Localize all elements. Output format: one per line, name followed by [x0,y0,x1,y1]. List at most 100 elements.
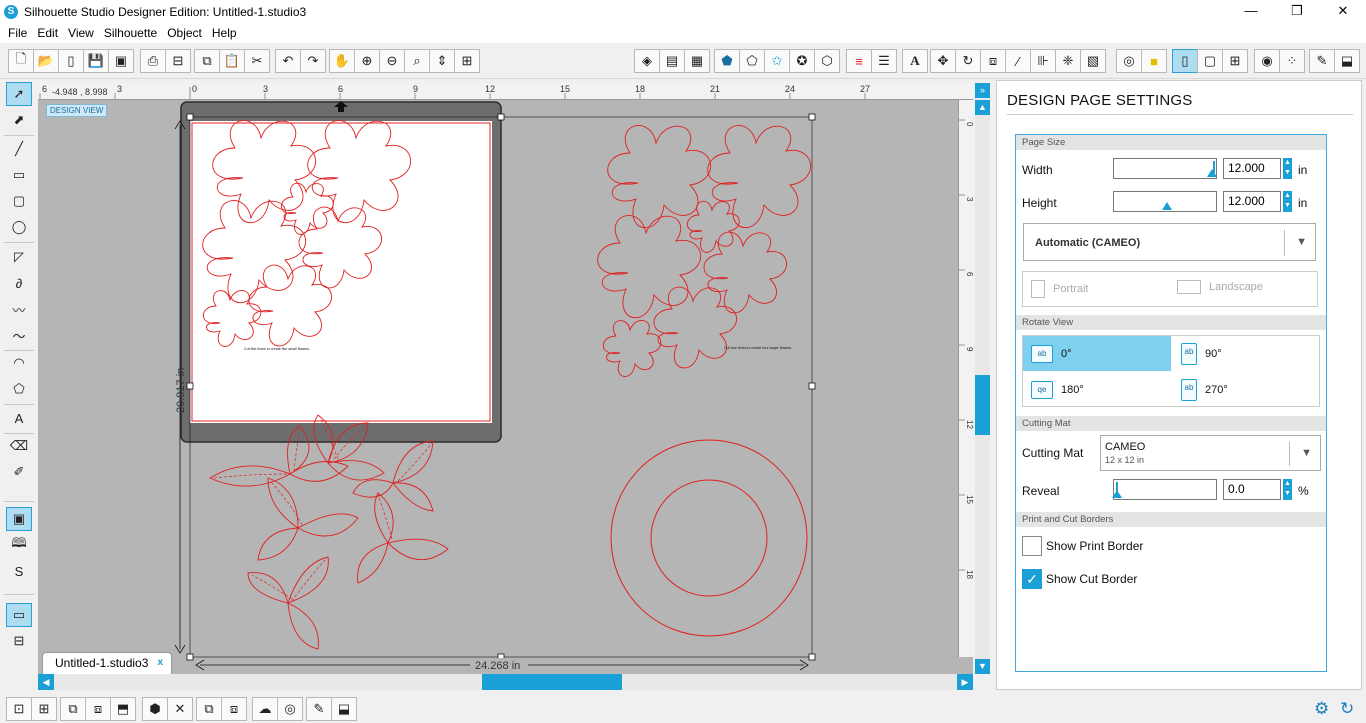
drag-zoom-icon[interactable]: ⇕ [429,49,455,73]
rotate-90-option[interactable]: ab 90° [1173,336,1321,371]
release-compound-path-icon[interactable]: ⧈ [85,697,111,721]
save-library-icon[interactable]: ▣ [108,49,134,73]
rhinestone-icon[interactable]: ✪ [789,49,815,73]
ellipse-tool-icon[interactable]: ◯ [6,215,32,239]
duplicate-icon[interactable]: ⧉ [196,697,222,721]
height-slider[interactable] [1113,191,1217,212]
document-tab[interactable]: Untitled-1.studio3 x [42,652,172,674]
width-slider[interactable] [1113,158,1217,179]
refresh-icon[interactable]: ↻ [1340,699,1354,719]
rotate-0-option[interactable]: ab 0° [1023,336,1171,371]
scroll-up-icon[interactable]: ▲ [975,100,990,115]
curve-tool-icon[interactable]: ∂ [6,271,32,295]
new-document-icon[interactable]: 🗋 [8,49,34,73]
scroll-left-icon[interactable]: ◀ [38,674,54,690]
knife-tool-icon[interactable]: ✐ [6,460,32,484]
eraser-tool-icon[interactable]: ⌫ [6,434,32,458]
width-input[interactable]: 12.000 [1223,158,1281,179]
reveal-slider[interactable] [1112,479,1217,500]
media-icon[interactable]: ✎ [1309,49,1335,73]
polygon-tool-icon[interactable]: ◸ [6,245,32,269]
library-icon[interactable]: ▧ [1080,49,1106,73]
rotate-180-option[interactable]: qe 180° [1023,372,1171,407]
zoom-in-icon[interactable]: ⊕ [354,49,380,73]
cut-settings-icon[interactable]: ▯ [1172,49,1198,73]
landscape-option[interactable]: Landscape [1177,280,1263,294]
media-type-dropdown[interactable]: Automatic (CAMEO) ▼ [1023,223,1316,261]
paste-icon[interactable]: 📋 [219,49,245,73]
registration-icon[interactable]: ⊞ [1222,49,1248,73]
eraser-panel-icon[interactable]: ⬓ [1334,49,1360,73]
knife-bottom-icon[interactable]: ✎ [306,697,332,721]
sketch-icon[interactable]: ✩ [764,49,790,73]
line-color-icon[interactable]: ⬟ [714,49,740,73]
template-icon[interactable]: ▯ [58,49,84,73]
text-tool-icon[interactable]: A [6,406,32,430]
offset-bottom-icon[interactable]: ◎ [277,697,303,721]
cutting-mat-dropdown[interactable]: CAMEO 12 x 12 in ▼ [1100,435,1321,471]
portrait-option[interactable]: Portrait [1031,280,1088,298]
group-icon[interactable]: ⊡ [6,697,32,721]
line-tool-icon[interactable]: ╱ [6,137,32,161]
reveal-spinner[interactable]: ▲ ▼ [1283,479,1292,500]
tab-close-icon[interactable]: x [157,653,163,673]
replicate-icon[interactable]: ↻ [955,49,981,73]
rectangle-tool-icon[interactable]: ▭ [6,163,32,187]
weld-icon[interactable]: ⬢ [142,697,168,721]
shadow-icon[interactable]: ☁ [252,697,278,721]
panel-collapse-button[interactable]: » [975,83,990,98]
select-tool-icon[interactable]: ➚ [6,82,32,106]
copy-icon[interactable]: ⧉ [194,49,220,73]
minimize-button[interactable]: — [1228,0,1274,23]
arc-tool-icon[interactable]: ◠ [6,351,32,375]
trace-icon[interactable]: ⊪ [1030,49,1056,73]
settings-gear-icon[interactable]: ⚙ [1314,699,1329,719]
library-view-icon[interactable]: 🕮 [6,533,32,557]
send-icon[interactable]: ⁘ [1279,49,1305,73]
freehand-tool-icon[interactable]: 〰 [6,297,32,321]
shape-icon[interactable]: ⬡ [814,49,840,73]
zoom-select-icon[interactable]: ⌕ [404,49,430,73]
menu-object[interactable]: Object [162,26,207,40]
line-width-icon[interactable]: ☰ [871,49,897,73]
height-spinner[interactable]: ▲ ▼ [1283,191,1292,212]
crop-icon[interactable]: ⬓ [331,697,357,721]
grid-icon[interactable]: ▢ [1197,49,1223,73]
undo-icon[interactable]: ↶ [275,49,301,73]
offset-icon[interactable]: ∕ [1005,49,1031,73]
edit-points-icon[interactable]: ⬈ [6,108,32,132]
regular-polygon-tool-icon[interactable]: ⬠ [6,377,32,401]
text-style-icon[interactable]: A [902,49,928,73]
design-canvas[interactable]: Cut five times to create five small flow… [38,83,973,674]
width-spinner[interactable]: ▲ ▼ [1283,158,1292,179]
delete-icon[interactable]: ✕ [167,697,193,721]
zoom-out-icon[interactable]: ⊖ [379,49,405,73]
show-cut-border-checkbox[interactable]: ✓ [1022,569,1042,589]
nesting-icon[interactable]: ❈ [1055,49,1081,73]
bring-forward-icon[interactable]: ⬒ [110,697,136,721]
align-icon[interactable]: ≡ [846,49,872,73]
reveal-input[interactable]: 0.0 [1223,479,1281,500]
scroll-right-icon[interactable]: ▶ [957,674,973,690]
height-input[interactable]: 12.000 [1223,191,1281,212]
smooth-freehand-tool-icon[interactable]: 〜 [6,323,32,347]
mirror-icon[interactable]: ⧈ [221,697,247,721]
design-store-view-icon[interactable]: S [6,559,32,583]
save-icon[interactable]: 💾 [83,49,109,73]
menu-file[interactable]: File [3,26,32,40]
print-cut-icon[interactable]: ◉ [1254,49,1280,73]
pan-icon[interactable]: ✋ [329,49,355,73]
design-store-icon[interactable]: ◎ [1116,49,1142,73]
maximize-button[interactable]: ❐ [1274,0,1320,23]
fill-pattern-icon[interactable]: ▦ [684,49,710,73]
cut-icon[interactable]: ✂ [244,49,270,73]
rounded-rectangle-tool-icon[interactable]: ▢ [6,189,32,213]
vertical-scroll-thumb[interactable] [975,375,990,435]
close-window-button[interactable]: ✕ [1320,0,1366,23]
print-icon[interactable]: ⎙ [140,49,166,73]
menu-edit[interactable]: Edit [32,26,63,40]
split-view-icon[interactable]: ⊟ [6,629,32,653]
design-view-icon[interactable]: ▣ [6,507,32,531]
single-view-icon[interactable]: ▭ [6,603,32,627]
menu-help[interactable]: Help [207,26,242,40]
